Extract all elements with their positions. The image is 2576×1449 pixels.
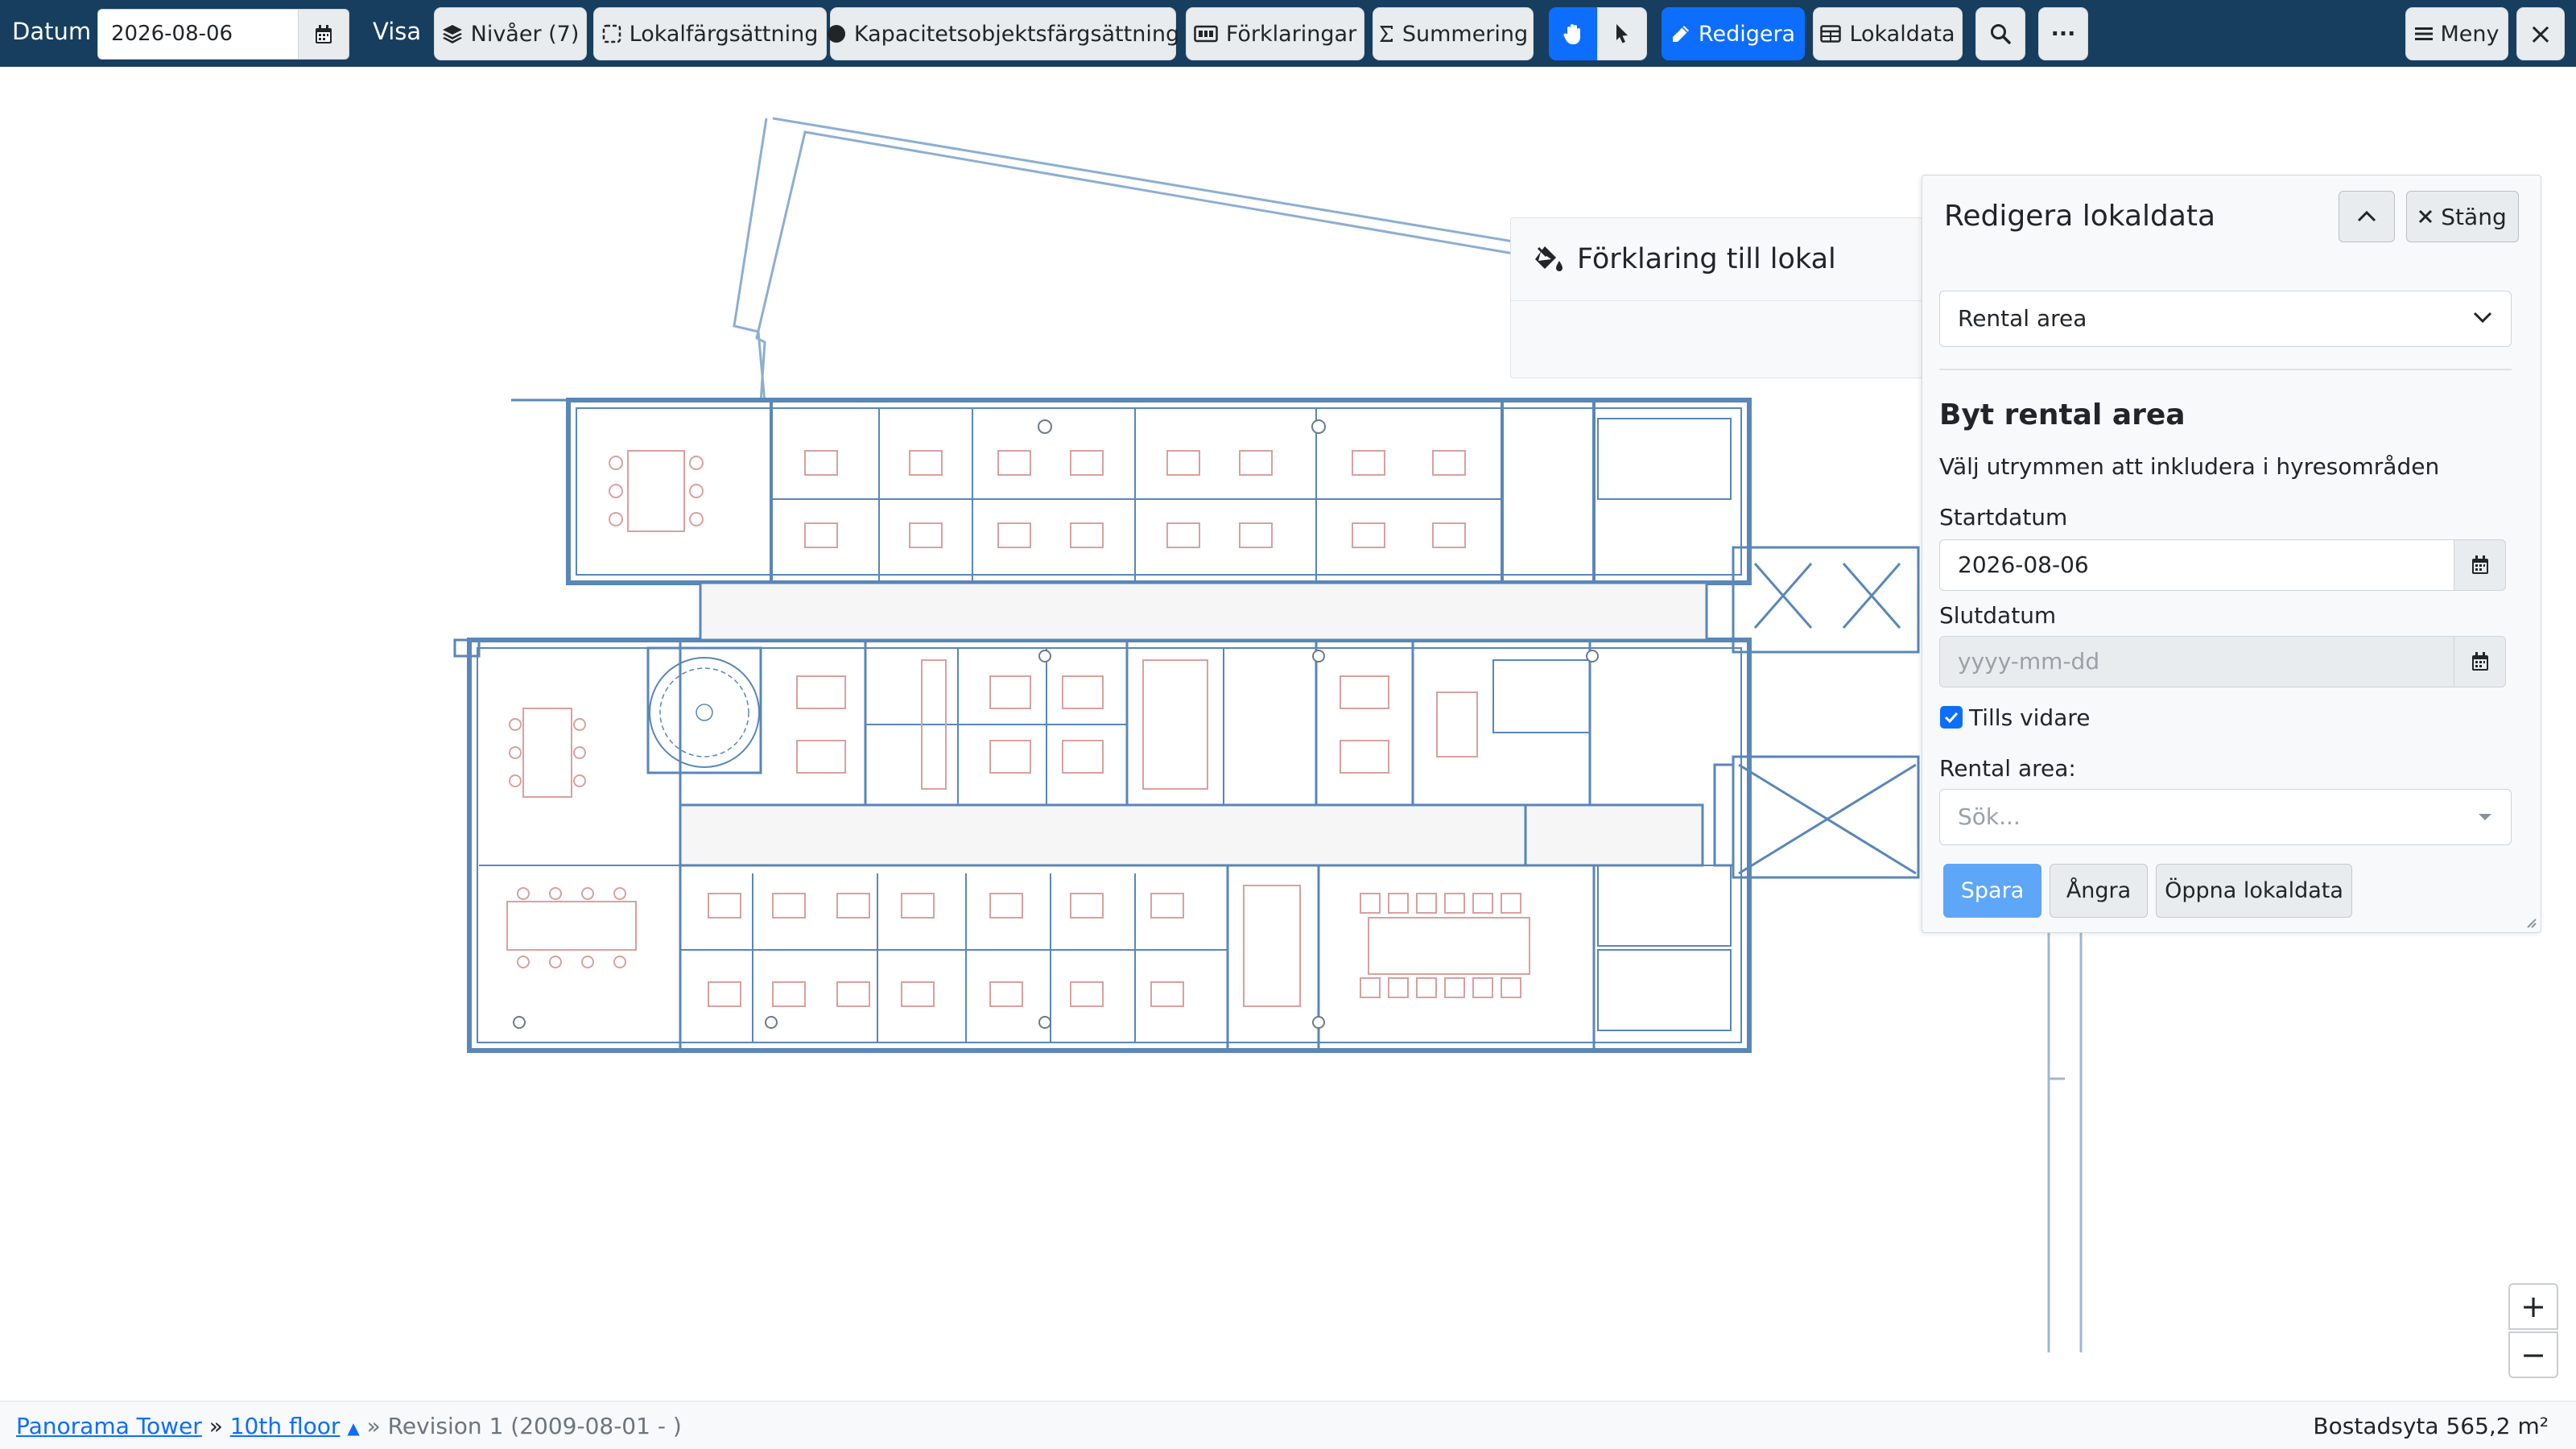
- top-toolbar: Datum 2026-08-06 Visa Nivåer (7) Lokalfä…: [0, 0, 2576, 67]
- open-room-data-button[interactable]: Öppna lokaldata: [2156, 864, 2352, 918]
- menu-button[interactable]: Meny: [2405, 7, 2508, 60]
- breadcrumb-separator: »: [366, 1413, 381, 1439]
- hand-icon: [1563, 24, 1580, 44]
- select-tool-button[interactable]: [1597, 7, 1647, 60]
- summary-button[interactable]: Summering: [1373, 7, 1534, 60]
- pencil-icon: [1672, 26, 1689, 42]
- legends-label: Förklaringar: [1225, 21, 1357, 47]
- category-select[interactable]: Rental area: [1939, 291, 2512, 347]
- category-select-value: Rental area: [1958, 305, 2087, 332]
- sigma-icon: [1379, 26, 1393, 42]
- status-bar: Panorama Tower » 10th floor ▲ » Revision…: [0, 1401, 2576, 1449]
- rental-area-search[interactable]: Sök...: [1939, 789, 2512, 845]
- end-date-calendar-button[interactable]: [2454, 636, 2506, 687]
- pointer-arrow-icon: [1616, 24, 1628, 43]
- save-button[interactable]: Spara: [1943, 864, 2041, 918]
- ellipsis-icon: ···: [2050, 21, 2076, 47]
- resize-handle-icon[interactable]: [2524, 916, 2537, 929]
- date-calendar-button[interactable]: [298, 9, 349, 60]
- zoom-in-button[interactable]: +: [2508, 1283, 2558, 1330]
- table-icon: [1820, 25, 1842, 43]
- chevron-up-icon: [2357, 210, 2376, 222]
- legend-title: Förklaring till lokal: [1577, 243, 1836, 275]
- zoom-out-button[interactable]: −: [2508, 1331, 2558, 1378]
- rental-area-search-placeholder: Sök...: [1958, 803, 2021, 830]
- legends-button[interactable]: Förklaringar: [1186, 7, 1364, 60]
- rectangle-list-icon: [1194, 25, 1218, 43]
- revision-text: Revision 1 (2009-08-01 - ): [387, 1413, 682, 1439]
- rental-area-label: Rental area:: [1939, 755, 2076, 782]
- plan-furniture: [506, 450, 1530, 1007]
- view-label: Visa: [373, 18, 422, 45]
- area-summary: Bostadsyta 565,2 m²: [2313, 1413, 2549, 1439]
- paint-bucket-icon: [1535, 246, 1563, 271]
- room-coloring-button[interactable]: Lokalfärgsättning: [593, 7, 827, 60]
- more-button[interactable]: ···: [2038, 7, 2088, 60]
- instruction-text: Välj utrymmen att inkludera i hyresområd…: [1939, 453, 2440, 480]
- hamburger-icon: [2414, 27, 2433, 40]
- edit-panel-header: Redigera lokaldata Stäng: [1922, 175, 2541, 259]
- date-input[interactable]: 2026-08-06: [97, 9, 299, 60]
- until-further-label[interactable]: Tills vidare: [1969, 704, 2090, 731]
- search-icon: [1991, 24, 2011, 44]
- breadcrumb: Panorama Tower » 10th floor ▲ » Revision…: [16, 1413, 682, 1439]
- caret-down-icon: [2479, 814, 2491, 820]
- end-date-input[interactable]: yyyy-mm-dd: [1939, 636, 2454, 687]
- capacity-coloring-label: Kapacitetsobjektsfärgsättning: [853, 21, 1180, 47]
- levels-button[interactable]: Nivåer (7): [434, 7, 587, 60]
- checkmark-icon: [1944, 712, 1959, 723]
- calendar-icon: [2471, 652, 2488, 671]
- circle-icon: [827, 25, 845, 43]
- edit-room-data-panel: Redigera lokaldata Stäng Rental area Byt…: [1922, 175, 2541, 933]
- edit-panel-title: Redigera lokaldata: [1944, 200, 2216, 233]
- collapse-panel-button[interactable]: [2339, 191, 2395, 242]
- menu-label: Meny: [2440, 21, 2500, 47]
- layers-icon: [442, 25, 462, 43]
- section-title: Byt rental area: [1939, 398, 2186, 431]
- dashed-square-icon: [602, 24, 621, 43]
- start-date-input[interactable]: 2026-08-06: [1939, 539, 2454, 591]
- panel-divider: [1939, 369, 2512, 370]
- calendar-icon: [2471, 555, 2488, 574]
- close-panel-label: Stäng: [2441, 203, 2507, 230]
- legend-header: Förklaring till lokal: [1511, 218, 1928, 301]
- close-icon: [2419, 209, 2433, 224]
- room-data-button[interactable]: Lokaldata: [1813, 7, 1963, 60]
- room-coloring-label: Lokalfärgsättning: [629, 21, 819, 47]
- until-further-checkbox[interactable]: [1940, 706, 1963, 729]
- room-data-label: Lokaldata: [1849, 21, 1955, 47]
- start-date-calendar-button[interactable]: [2454, 539, 2506, 591]
- date-label: Datum: [12, 18, 92, 45]
- levels-label: Nivåer (7): [470, 21, 580, 47]
- search-button[interactable]: [1975, 7, 2025, 60]
- close-app-button[interactable]: ×: [2516, 7, 2565, 60]
- breadcrumb-building-link[interactable]: Panorama Tower: [16, 1413, 202, 1439]
- start-date-label: Startdatum: [1939, 504, 2068, 530]
- edit-label: Redigera: [1698, 21, 1796, 47]
- calendar-icon: [316, 24, 332, 43]
- summary-label: Summering: [1402, 21, 1529, 47]
- pan-tool-button[interactable]: [1549, 7, 1597, 60]
- undo-button[interactable]: Ångra: [2050, 864, 2148, 918]
- breadcrumb-separator: »: [208, 1413, 223, 1439]
- end-date-label: Slutdatum: [1939, 602, 2057, 629]
- edit-button[interactable]: Redigera: [1662, 7, 1805, 60]
- chevron-down-icon: [2473, 312, 2492, 324]
- capacity-coloring-button[interactable]: Kapacitetsobjektsfärgsättning: [827, 7, 1180, 60]
- close-icon: ×: [2528, 17, 2553, 51]
- breadcrumb-floor-link[interactable]: 10th floor: [230, 1413, 341, 1439]
- floor-caret-icon[interactable]: ▲: [347, 1418, 359, 1438]
- legend-panel: Förklaring till lokal: [1510, 217, 1929, 378]
- close-panel-button[interactable]: Stäng: [2406, 191, 2519, 242]
